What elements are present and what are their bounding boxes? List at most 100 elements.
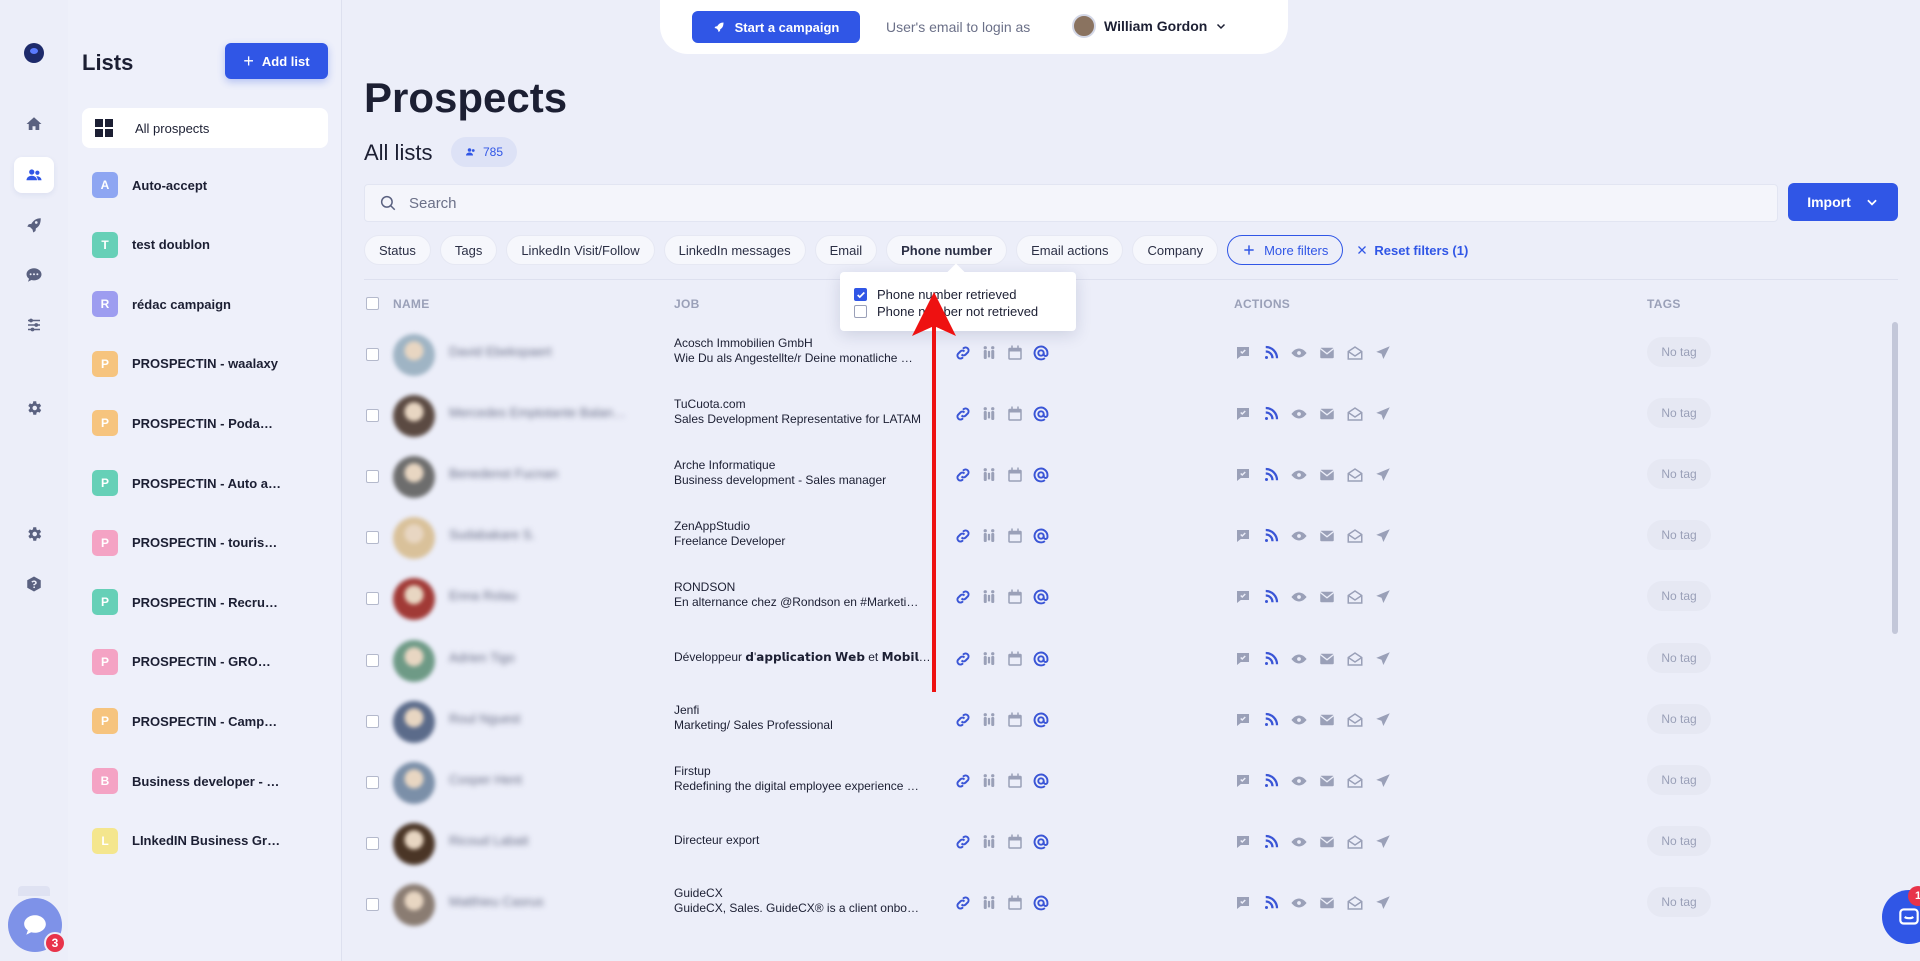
- visit-eye-icon[interactable]: [1290, 711, 1308, 729]
- support-chat-button[interactable]: 3: [8, 898, 66, 954]
- follow-feed-icon[interactable]: [1262, 588, 1280, 606]
- tag-badge[interactable]: No tag: [1647, 337, 1711, 367]
- reset-filters-button[interactable]: Reset filters (1): [1356, 243, 1468, 258]
- table-row[interactable]: Benedenst Fucnan Arche Informatique Busine…: [364, 452, 1898, 513]
- table-row[interactable]: Cosper Hent Firstup Redefining the digital…: [364, 758, 1898, 819]
- calendar-icon[interactable]: [1006, 527, 1024, 545]
- follow-feed-icon[interactable]: [1262, 344, 1280, 362]
- send-icon[interactable]: [1374, 894, 1392, 912]
- filter-chip[interactable]: LinkedIn messages: [663, 235, 806, 265]
- list-item[interactable]: B Business developer - …: [82, 761, 328, 801]
- message-icon[interactable]: [1234, 711, 1252, 729]
- table-row[interactable]: Roul Nguest Jenfi Marketing/ Sales Profess…: [364, 697, 1898, 758]
- prospect-name[interactable]: Ricoud Labait: [449, 833, 629, 851]
- mail-icon[interactable]: [1318, 711, 1336, 729]
- row-checkbox[interactable]: [366, 592, 379, 606]
- users-icon[interactable]: [14, 157, 54, 193]
- chat-icon[interactable]: [14, 257, 54, 293]
- row-checkbox[interactable]: [366, 348, 379, 361]
- visit-eye-icon[interactable]: [1290, 588, 1308, 606]
- message-icon[interactable]: [1234, 405, 1252, 423]
- visit-eye-icon[interactable]: [1290, 405, 1308, 423]
- visit-eye-icon[interactable]: [1290, 894, 1308, 912]
- visit-eye-icon[interactable]: [1290, 344, 1308, 362]
- scrollbar-thumb[interactable]: [1892, 322, 1898, 634]
- tag-badge[interactable]: No tag: [1647, 886, 1711, 917]
- calendar-icon[interactable]: [1006, 894, 1024, 912]
- list-item[interactable]: P PROSPECTIN - Auto a…: [82, 463, 328, 503]
- follow-feed-icon[interactable]: [1262, 711, 1280, 729]
- table-row[interactable]: Adrien Tigo Développeur 𝗱'𝗮𝗽𝗽𝗹𝗶𝗰𝗮𝘁𝗶𝗼𝗻 𝗪𝗲𝗯…: [364, 636, 1898, 697]
- email-at-icon[interactable]: [1032, 772, 1050, 790]
- mail-icon[interactable]: [1318, 466, 1336, 484]
- list-item[interactable]: All prospects: [82, 108, 328, 148]
- table-row[interactable]: David Ebekspaert Acosch Immobilien GmbH Wi…: [364, 330, 1898, 391]
- follow-feed-icon[interactable]: [1262, 772, 1280, 790]
- calendar-icon[interactable]: [1006, 344, 1024, 362]
- message-icon[interactable]: [1234, 772, 1252, 790]
- message-icon[interactable]: [1234, 466, 1252, 484]
- mail-icon[interactable]: [1318, 772, 1336, 790]
- link-icon[interactable]: [954, 833, 972, 851]
- prospect-name[interactable]: Enna Rolau: [449, 588, 629, 606]
- send-icon[interactable]: [1374, 711, 1392, 729]
- mail-open-icon[interactable]: [1346, 527, 1364, 545]
- option-checkbox[interactable]: [854, 288, 867, 301]
- filter-chip[interactable]: Phone number: [886, 235, 1008, 265]
- email-at-icon[interactable]: [1032, 466, 1050, 484]
- link-icon[interactable]: [954, 405, 972, 423]
- send-icon[interactable]: [1374, 772, 1392, 790]
- prospect-name[interactable]: Cosper Hent: [449, 772, 629, 790]
- people-icon[interactable]: [980, 833, 998, 851]
- follow-feed-icon[interactable]: [1262, 527, 1280, 545]
- visit-eye-icon[interactable]: [1290, 833, 1308, 851]
- email-at-icon[interactable]: [1032, 588, 1050, 606]
- follow-feed-icon[interactable]: [1262, 894, 1280, 912]
- people-icon[interactable]: [980, 772, 998, 790]
- list-item[interactable]: Ttest doublon: [82, 225, 328, 265]
- app-logo[interactable]: [24, 43, 44, 63]
- table-row[interactable]: Enna Rolau RONDSON En alternance chez @Ron…: [364, 574, 1898, 635]
- table-row[interactable]: Matthieu Casrus GuideCX GuideCX, Sales. Gu…: [364, 880, 1898, 941]
- start-campaign-button[interactable]: Start a campaign: [692, 11, 860, 43]
- email-at-icon[interactable]: [1032, 344, 1050, 362]
- mail-open-icon[interactable]: [1346, 344, 1364, 362]
- list-item[interactable]: A Auto-accept: [82, 165, 328, 205]
- send-icon[interactable]: [1374, 466, 1392, 484]
- tag-badge[interactable]: No tag: [1647, 825, 1711, 856]
- dropdown-option[interactable]: Phone number retrieved: [854, 286, 1076, 303]
- message-icon[interactable]: [1234, 527, 1252, 545]
- calendar-icon[interactable]: [1006, 833, 1024, 851]
- prospect-name[interactable]: Sudabakare S.: [449, 527, 629, 545]
- people-icon[interactable]: [980, 527, 998, 545]
- send-icon[interactable]: [1374, 588, 1392, 606]
- import-button[interactable]: Import: [1788, 183, 1898, 221]
- search-input[interactable]: [409, 194, 1709, 212]
- link-icon[interactable]: [954, 894, 972, 912]
- list-item[interactable]: P PROSPECTIN - tourisme: [82, 523, 328, 563]
- list-item[interactable]: P PROSPECTIN - waalaxy: [82, 344, 328, 384]
- login-as-field[interactable]: User's email to login as: [886, 19, 1030, 35]
- mail-open-icon[interactable]: [1346, 894, 1364, 912]
- mail-open-icon[interactable]: [1346, 772, 1364, 790]
- option-checkbox[interactable]: [854, 305, 867, 318]
- calendar-icon[interactable]: [1006, 466, 1024, 484]
- settings-icon[interactable]: [14, 516, 54, 552]
- link-icon[interactable]: [954, 344, 972, 362]
- prospect-name[interactable]: Roul Nguest: [449, 711, 629, 729]
- calendar-icon[interactable]: [1006, 772, 1024, 790]
- send-icon[interactable]: [1374, 344, 1392, 362]
- row-checkbox[interactable]: [366, 714, 379, 728]
- tag-badge[interactable]: No tag: [1647, 581, 1711, 612]
- prospect-name[interactable]: Matthieu Casrus: [449, 894, 629, 912]
- email-at-icon[interactable]: [1032, 650, 1050, 668]
- tag-badge[interactable]: No tag: [1647, 459, 1711, 490]
- email-at-icon[interactable]: [1032, 527, 1050, 545]
- send-icon[interactable]: [1374, 527, 1392, 545]
- mail-icon[interactable]: [1318, 588, 1336, 606]
- list-item[interactable]: Rrédac campaign: [82, 284, 328, 324]
- more-filters-button[interactable]: More filters: [1227, 235, 1344, 265]
- visit-eye-icon[interactable]: [1290, 650, 1308, 668]
- table-row[interactable]: Sudabakare S. ZenAppStudio Freelance Devel…: [364, 513, 1898, 574]
- filter-chip[interactable]: Tags: [439, 235, 498, 265]
